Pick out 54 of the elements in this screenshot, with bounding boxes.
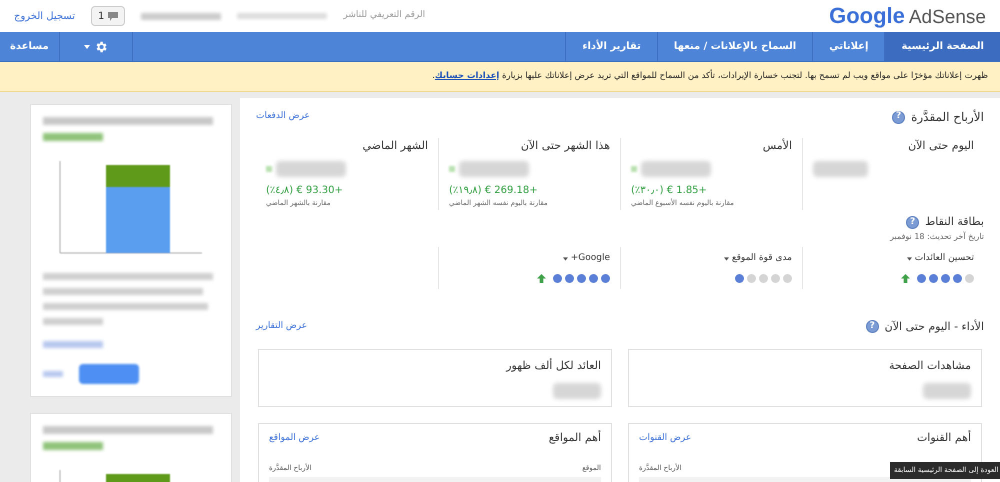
blurred-value: [813, 160, 868, 176]
logo-product-text: AdSense: [908, 6, 986, 30]
publisher-id-label: الرقم التعريفي للناشر: [343, 9, 426, 22]
blurred-value: [641, 160, 711, 176]
sign-out-link[interactable]: تسجيل الخروج: [14, 8, 76, 24]
metric-label: العائد لكل ألف ظهور: [506, 358, 601, 374]
section-title: الأداء - اليوم حتى الآن: [884, 318, 984, 335]
section-title: الأرباح المقدَّرة: [911, 108, 984, 126]
earnings-label: الشهر الماضي: [362, 138, 428, 154]
blurred-value: [923, 382, 971, 398]
card-title: أهم المواقع: [548, 430, 601, 446]
view-reports-link[interactable]: عرض التقارير: [256, 320, 308, 334]
chat-bubble-icon: [108, 12, 118, 20]
nav-tab[interactable]: السماح بالإعلانات / منعها: [656, 32, 812, 61]
caret-icon: [724, 257, 729, 261]
caret-icon: [84, 44, 90, 48]
notifications-button[interactable]: 1: [91, 6, 126, 26]
blurred-link[interactable]: [43, 371, 63, 377]
caret-icon: [562, 257, 568, 261]
view-payments-link[interactable]: عرض الدفعات: [256, 110, 310, 124]
blurred-value: [276, 160, 346, 176]
last-updated: تاريخ آخر تحديث: 18 نوفمبر: [890, 230, 984, 242]
help-icon[interactable]: ?: [866, 320, 879, 334]
score-label[interactable]: مدى قوة الموقع: [724, 252, 792, 266]
blurred-value: [459, 160, 529, 176]
adsense-logo[interactable]: Google AdSense: [829, 0, 986, 33]
blurred-value: [553, 382, 601, 398]
section-title: بطاقة النقاط: [925, 214, 984, 230]
earnings-change: +269.18 € (١٩٫٨٪): [449, 184, 538, 198]
logo-google-text: Google: [829, 2, 905, 30]
help-menu-button[interactable]: مساعدة: [0, 32, 59, 61]
earnings-label: الأمس: [762, 138, 792, 154]
earnings-change: +93.30 € (٤٫٨٪): [266, 184, 343, 198]
earnings-label: هذا الشهر حتى الآن: [520, 138, 610, 154]
score-label[interactable]: Google+: [562, 252, 610, 266]
metric-label: مشاهدات الصفحة: [888, 358, 971, 374]
nav-tab[interactable]: إعلاناتي: [812, 32, 884, 61]
nav-tab[interactable]: تقارير الأداء: [565, 32, 657, 61]
account-settings-link[interactable]: إعدادات حسابك: [434, 71, 500, 82]
card-link[interactable]: عرض القنوات: [639, 432, 692, 445]
notice-text: ظهرت إعلاناتك مؤخرًا على مواقع ويب لم تسمح بها. لتجنب خسارة الإيرادات، تأكد من السماح للمواقع التي تريد عرض إعلاناتك عليها بزيارة إعدادات حسابك.: [432, 70, 988, 83]
earnings-label: اليوم حتى الآن: [908, 138, 974, 154]
score-label[interactable]: تحسين العائدات: [906, 252, 974, 266]
settings-icon: [94, 40, 108, 54]
card-title: أهم القنوات: [916, 430, 971, 446]
caret-icon: [906, 257, 912, 261]
help-icon[interactable]: ?: [906, 216, 920, 229]
nav-tab[interactable]: الصفحة الرئيسية: [884, 32, 1000, 61]
earnings-change: +1.85 € (٣٠٫٠٪): [631, 184, 707, 198]
help-icon[interactable]: ?: [892, 110, 906, 124]
blurred-link[interactable]: [43, 341, 103, 348]
card-link[interactable]: عرض المواقع: [269, 432, 320, 445]
settings-button[interactable]: [58, 32, 133, 61]
blurred-button[interactable]: [79, 364, 139, 384]
